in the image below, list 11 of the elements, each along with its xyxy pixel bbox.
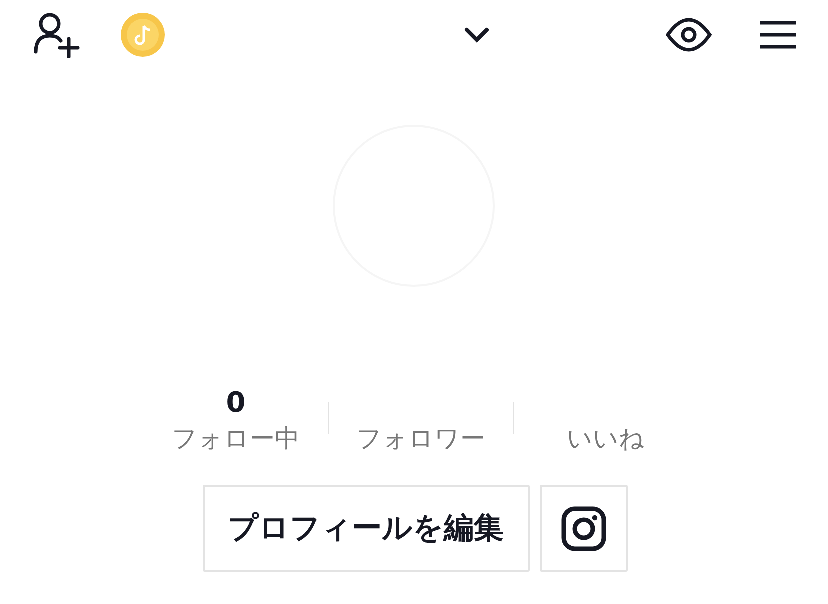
stat-label: いいね (567, 423, 645, 455)
camera-icon (560, 506, 606, 552)
instagram-button[interactable] (540, 485, 628, 572)
add-user-icon[interactable] (32, 12, 82, 58)
eye-icon[interactable] (666, 18, 712, 52)
chevron-down-icon[interactable] (464, 26, 490, 44)
edit-profile-button[interactable]: プロフィールを編集 (202, 485, 530, 572)
stat-label: フォロー中 (172, 423, 300, 455)
stat-label: フォロワー (356, 423, 486, 455)
menu-icon[interactable] (758, 20, 798, 50)
stat-count: 0 (226, 386, 246, 421)
